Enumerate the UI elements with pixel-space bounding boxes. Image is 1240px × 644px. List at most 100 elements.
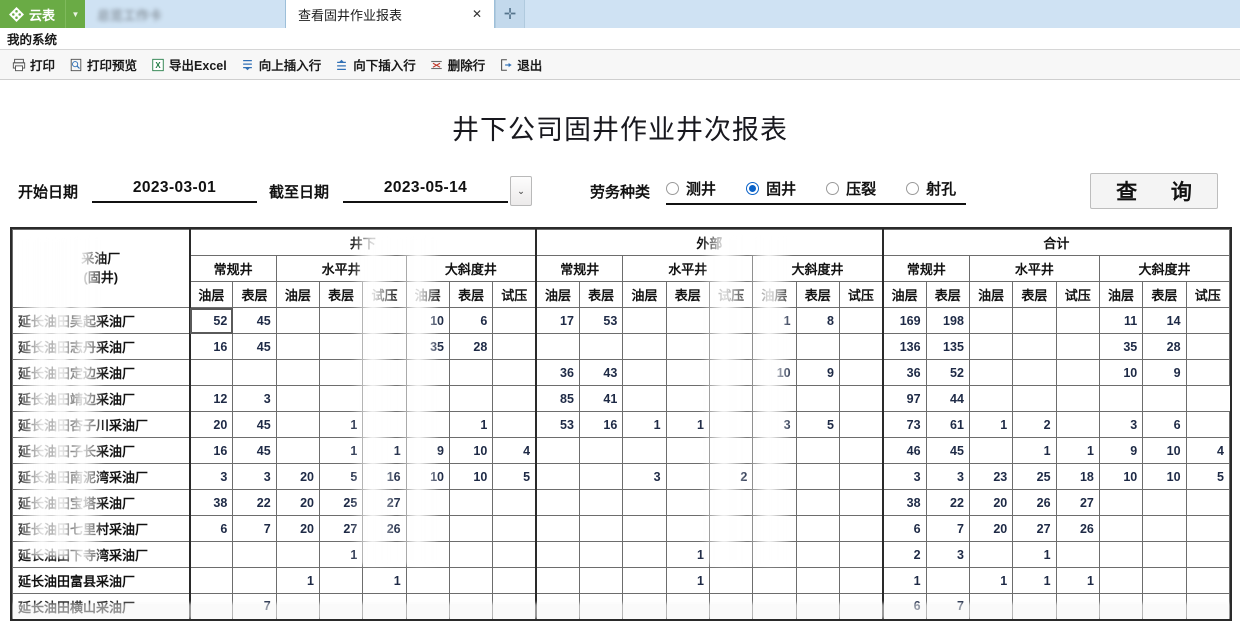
cell-合计-水平井-油层[interactable]: 23	[968, 463, 1014, 490]
end-date-input[interactable]: 2023-05-14	[343, 179, 509, 203]
cell-井下-常规井-油层[interactable]	[188, 567, 234, 594]
cell-井下-大斜度井-油层[interactable]	[405, 541, 450, 568]
cell-合计-大斜度井-试压[interactable]: 4	[1185, 437, 1230, 464]
cell-外部-水平井-油层[interactable]	[622, 437, 667, 464]
cell-井下-水平井-试压[interactable]	[362, 385, 407, 412]
cell-外部-大斜度井-试压[interactable]	[838, 307, 884, 334]
cell-外部-大斜度井-油层[interactable]: 1	[752, 307, 797, 334]
end-date-dropdown-button[interactable]: ⌄	[510, 176, 533, 206]
cell-外部-常规井-表层[interactable]: 53	[578, 307, 624, 334]
cell-合计-水平井-油层[interactable]	[968, 437, 1014, 464]
cell-井下-大斜度井-油层[interactable]	[405, 489, 450, 516]
cell-井下-水平井-试压[interactable]	[362, 618, 407, 619]
cell-外部-大斜度井-表层[interactable]	[795, 515, 840, 542]
cell-井下-大斜度井-试压[interactable]	[492, 593, 537, 619]
cell-合计-大斜度井-油层[interactable]	[1098, 489, 1144, 516]
cell-合计-水平井-油层[interactable]	[968, 385, 1014, 412]
cell-外部-常规井-表层[interactable]	[578, 515, 624, 542]
cell-外部-水平井-试压[interactable]	[708, 385, 754, 412]
cell-井下-水平井-表层[interactable]: 1	[318, 541, 364, 568]
cell-外部-水平井-表层[interactable]: 1	[665, 411, 710, 438]
cell-外部-大斜度井-表层[interactable]	[795, 385, 840, 412]
cell-合计-常规井-表层[interactable]: 44	[925, 385, 970, 412]
query-button[interactable]: 查 询	[1090, 173, 1218, 209]
cell-合计-大斜度井-表层[interactable]	[1142, 593, 1187, 619]
cell-外部-水平井-试压[interactable]	[708, 541, 754, 568]
cell-井下-常规井-表层[interactable]: 7	[232, 593, 277, 619]
cell-合计-水平井-试压[interactable]	[1055, 307, 1100, 334]
cell-合计-常规井-油层[interactable]: 36	[881, 359, 927, 386]
cell-合计-常规井-表层[interactable]: 135	[925, 333, 970, 360]
cell-外部-水平井-油层[interactable]	[622, 567, 667, 594]
cell-井下-水平井-油层[interactable]	[275, 618, 320, 619]
cell-外部-水平井-试压[interactable]	[708, 489, 754, 516]
cell-井下-水平井-表层[interactable]	[318, 618, 364, 619]
cell-外部-水平井-油层[interactable]	[622, 385, 667, 412]
table-row[interactable]: 延长油田下寺湾采油厂 1 1 2 3 1	[12, 541, 1230, 568]
cell-井下-水平井-试压[interactable]: 27	[362, 489, 407, 516]
cell-合计-水平井-试压[interactable]: 18	[1055, 463, 1100, 490]
cell-井下-常规井-表层[interactable]: 7	[232, 515, 277, 542]
cell-井下-水平井-油层[interactable]	[275, 333, 320, 360]
cell-外部-大斜度井-试压[interactable]	[838, 567, 884, 594]
cell-合计-大斜度井-油层[interactable]: 10	[1098, 463, 1144, 490]
cell-合计-水平井-试压[interactable]	[1055, 333, 1100, 360]
cell-外部-水平井-表层[interactable]	[665, 385, 710, 412]
cell-合计-大斜度井-表层[interactable]	[1142, 515, 1187, 542]
cell-合计-常规井-表层[interactable]: 3	[925, 463, 970, 490]
cell-井下-大斜度井-试压[interactable]	[492, 359, 537, 386]
cell-井下-水平井-油层[interactable]: 20	[275, 489, 320, 516]
cell-井下-水平井-表层[interactable]	[318, 385, 364, 412]
cell-外部-常规井-油层[interactable]	[535, 437, 580, 464]
cell-合计-大斜度井-试压[interactable]	[1185, 489, 1230, 516]
cell-井下-常规井-表层[interactable]: 45	[232, 333, 277, 360]
cell-合计-水平井-油层[interactable]	[968, 541, 1014, 568]
cell-外部-大斜度井-表层[interactable]	[795, 618, 840, 619]
cell-外部-大斜度井-试压[interactable]	[838, 515, 884, 542]
cell-外部-大斜度井-试压[interactable]	[838, 489, 884, 516]
cell-合计-常规井-油层[interactable]: 73	[881, 411, 927, 438]
cell-外部-常规井-表层[interactable]: 41	[578, 385, 624, 412]
cell-合计-水平井-表层[interactable]: 2	[1012, 411, 1057, 438]
cell-合计-水平井-试压[interactable]: 1	[1055, 437, 1100, 464]
cell-外部-水平井-表层[interactable]	[665, 333, 710, 360]
cell-外部-水平井-油层[interactable]	[622, 359, 667, 386]
cell-合计-水平井-油层[interactable]	[968, 618, 1014, 619]
cell-井下-大斜度井-表层[interactable]	[448, 541, 494, 568]
cell-合计-常规井-表层[interactable]: 22	[925, 489, 970, 516]
cell-井下-大斜度井-表层[interactable]	[448, 489, 494, 516]
table-row[interactable]: 延长油田七里村采油厂 6 7 20 27 26 6 7 20 27 26	[12, 515, 1230, 542]
cell-井下-大斜度井-试压[interactable]	[492, 489, 537, 516]
cell-井下-常规井-表层[interactable]	[232, 541, 277, 568]
cell-合计-常规井-油层[interactable]: 136	[881, 333, 927, 360]
cell-外部-水平井-油层[interactable]	[622, 489, 667, 516]
cell-合计-常规井-油层[interactable]: 3	[881, 463, 927, 490]
cell-外部-大斜度井-表层[interactable]	[795, 489, 840, 516]
cell-合计-大斜度井-油层[interactable]	[1098, 541, 1144, 568]
cell-合计-水平井-油层[interactable]: 1	[968, 411, 1014, 438]
cell-外部-大斜度井-表层[interactable]: 9	[795, 359, 840, 386]
cell-合计-大斜度井-试压[interactable]	[1185, 593, 1230, 619]
cell-合计-大斜度井-表层[interactable]: 10	[1142, 463, 1187, 490]
cell-井下-大斜度井-油层[interactable]: 9	[405, 437, 450, 464]
cell-外部-大斜度井-油层[interactable]	[752, 463, 797, 490]
cell-井下-水平井-表层[interactable]	[318, 307, 364, 334]
cell-合计-常规井-表层[interactable]: 61	[925, 411, 970, 438]
cell-合计-大斜度井-油层[interactable]	[1098, 515, 1144, 542]
cell-外部-水平井-试压[interactable]	[708, 593, 754, 619]
cell-合计-水平井-试压[interactable]: 1	[1055, 567, 1100, 594]
cell-井下-水平井-油层[interactable]	[275, 359, 320, 386]
cell-合计-水平井-试压[interactable]	[1055, 541, 1100, 568]
cell-外部-大斜度井-试压[interactable]	[838, 385, 884, 412]
cell-合计-常规井-油层[interactable]: 97	[881, 385, 927, 412]
cell-井下-水平井-表层[interactable]	[318, 567, 364, 594]
cell-井下-水平井-试压[interactable]: 1	[362, 437, 407, 464]
cell-井下-常规井-表层[interactable]: 45	[232, 437, 277, 464]
cell-外部-大斜度井-油层[interactable]	[752, 515, 797, 542]
cell-外部-常规井-表层[interactable]	[578, 618, 624, 619]
print-button[interactable]: 打印	[7, 53, 62, 76]
cell-外部-水平井-试压[interactable]	[708, 359, 754, 386]
exit-button[interactable]: 退出	[494, 53, 549, 76]
cell-外部-水平井-表层[interactable]: 1	[665, 567, 710, 594]
cell-合计-大斜度井-表层[interactable]	[1142, 541, 1187, 568]
